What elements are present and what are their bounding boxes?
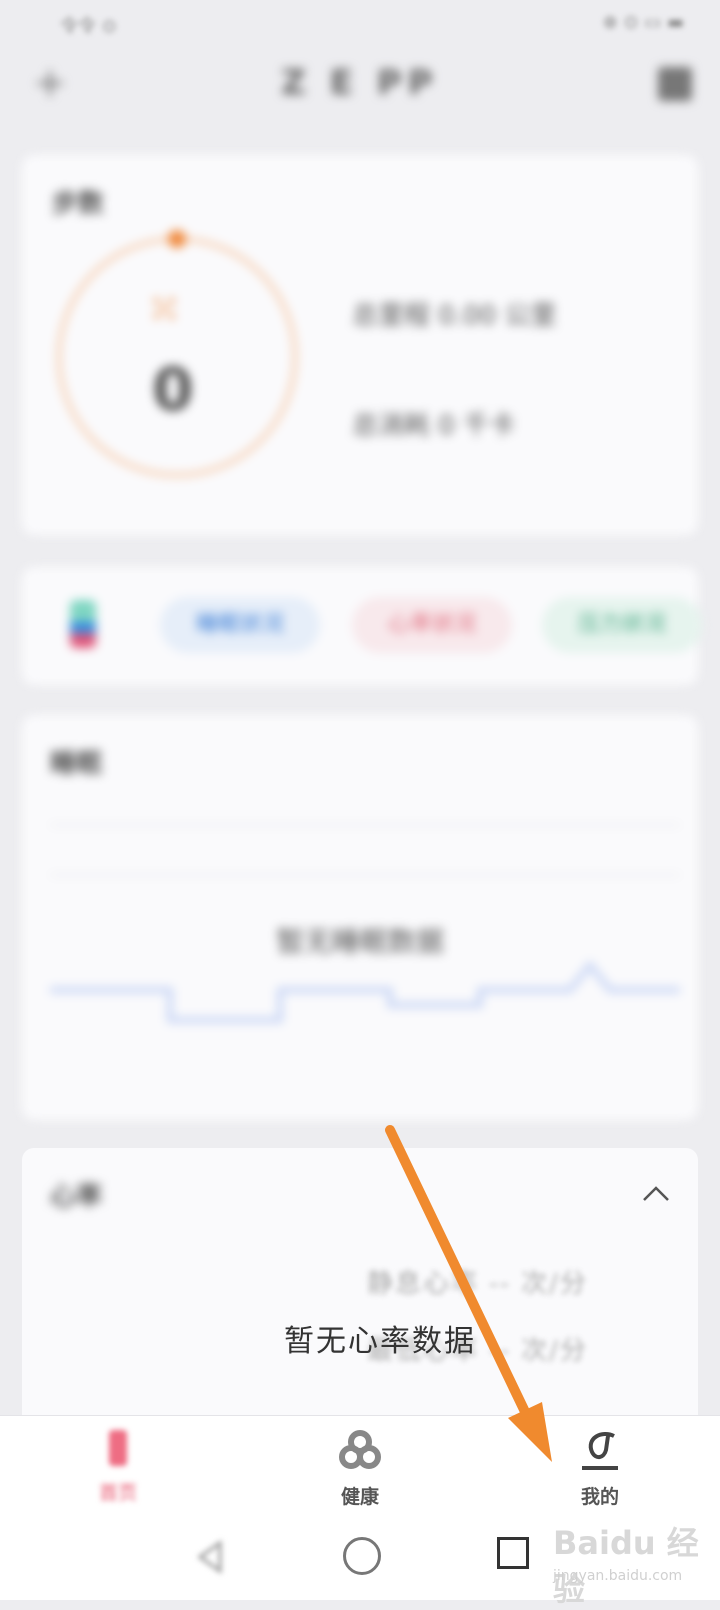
home-icon — [109, 1430, 127, 1466]
nav-item-mine[interactable]: 我的 — [540, 1428, 660, 1509]
nav-label-health: 健康 — [340, 1486, 379, 1508]
bottom-nav: 首页 健康 我的 — [0, 1415, 720, 1516]
nav-item-health[interactable]: 健康 — [300, 1428, 420, 1509]
sleep-empty-text: 暂无睡眠数据 — [275, 925, 444, 958]
baidu-watermark: Baidu 经验 jingyan.baidu.com — [553, 1518, 713, 1608]
calorie-line: 总消耗 0 千卡 — [352, 411, 516, 441]
sleep-card[interactable]: 睡眠 暂无睡眠数据 — [22, 715, 698, 1120]
heart-rate-card[interactable]: 心率 静息心率 -- 次/分 最低心率 -- 次/分 暂无心率数据 — [22, 1148, 698, 1448]
health-icon — [339, 1430, 381, 1469]
chip-stress-status[interactable]: 压力状况 — [542, 597, 702, 653]
watermark-brand: Baidu 经验 — [553, 1524, 699, 1608]
chevron-up-icon[interactable] — [642, 1180, 670, 1208]
watermark-url: jingyan.baidu.com — [553, 1568, 683, 1584]
app-logo-icon — [70, 600, 96, 648]
sleep-card-title: 睡眠 — [50, 749, 103, 779]
footsteps-icon: ⁙ — [150, 290, 179, 330]
nav-item-home[interactable]: 首页 — [58, 1428, 178, 1505]
steps-card-title: 步数 — [52, 189, 105, 219]
nav-label-mine: 我的 — [580, 1486, 619, 1508]
quick-chips-card: 睡眠状况 心率状况 压力状况 — [22, 567, 702, 685]
status-left-icons: 令令 ⊙ — [60, 16, 117, 37]
chip-sleep-status[interactable]: 睡眠状况 — [160, 597, 320, 653]
home-circle-icon[interactable] — [343, 1537, 381, 1575]
resting-heart-rate: 静息心率 -- 次/分 — [367, 1269, 588, 1299]
heart-rate-card-title: 心率 — [50, 1182, 103, 1212]
heart-rate-empty-text: 暂无心率数据 — [284, 1324, 476, 1359]
app-header: + Z E PP — [0, 55, 720, 125]
distance-line: 总里程 0.00 公里 — [352, 301, 557, 331]
steps-card[interactable]: 步数 ⁙ 0 总里程 0.00 公里 总消耗 0 千卡 — [22, 155, 698, 535]
status-bar: 令令 ⊙ ⊕ ⊙ ▭ ▬ — [0, 0, 720, 50]
steps-value: 0 — [152, 355, 194, 425]
grid-icon[interactable] — [658, 67, 692, 101]
chip-heart-status[interactable]: 心率状况 — [352, 597, 512, 653]
recent-square-icon[interactable] — [497, 1537, 529, 1569]
profile-icon — [582, 1432, 618, 1470]
back-triangle-icon[interactable] — [190, 1537, 230, 1577]
nav-label-home: 首页 — [98, 1482, 137, 1504]
app-title: Z E PP — [281, 63, 439, 103]
status-right-icons: ⊕ ⊙ ▭ ▬ — [602, 12, 684, 33]
